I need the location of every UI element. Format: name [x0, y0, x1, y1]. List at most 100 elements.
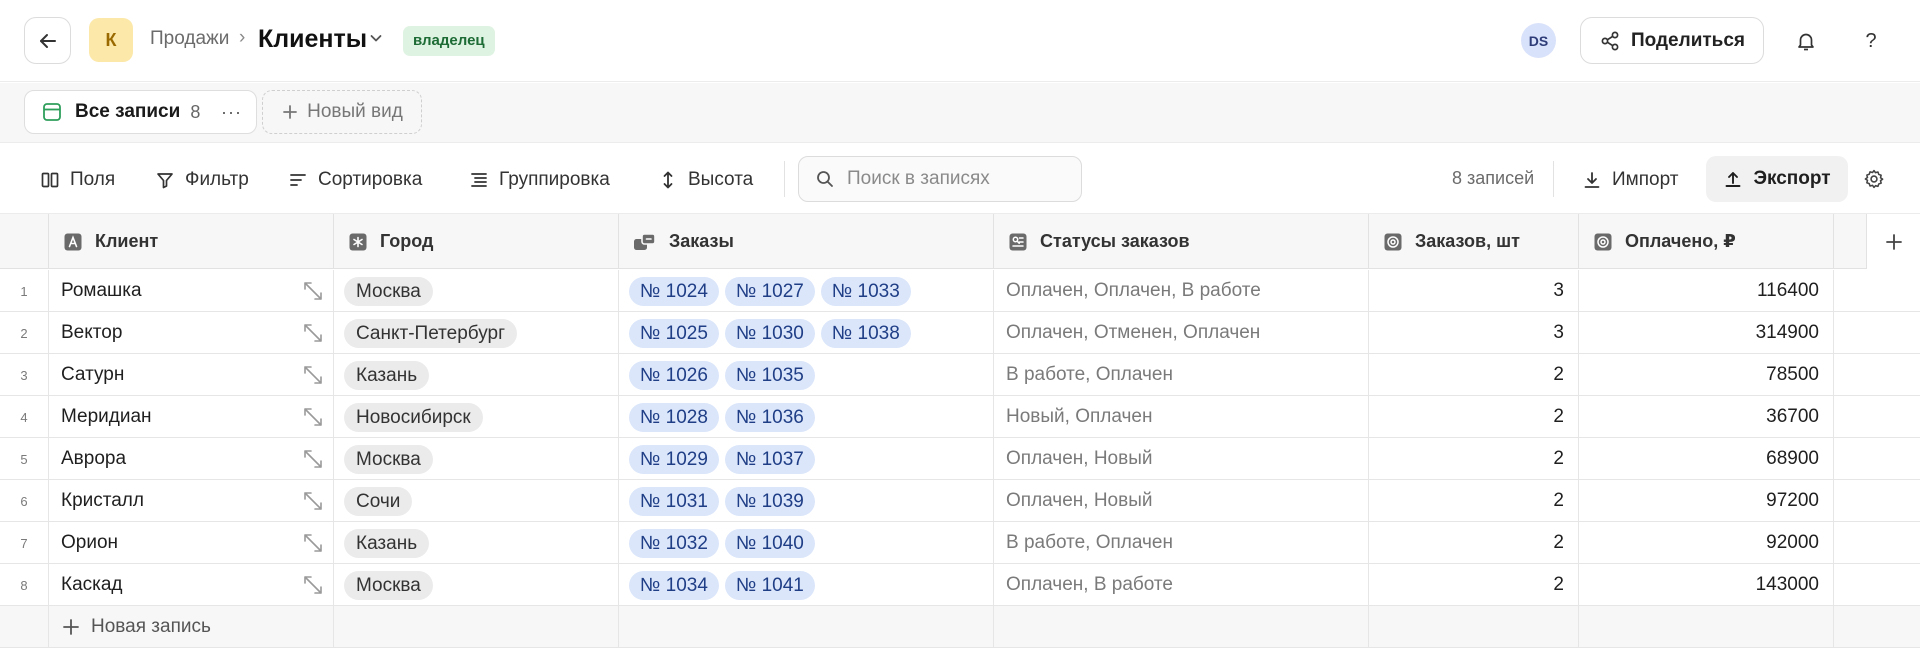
view-more-button[interactable]: ··· — [221, 102, 242, 123]
column-header-paid[interactable]: Оплачено, ₽ — [1579, 214, 1834, 269]
client-cell[interactable]: Ромашка — [49, 270, 334, 312]
order-link-chip[interactable]: № 1036 — [724, 402, 815, 432]
order-link-chip[interactable]: № 1040 — [724, 528, 815, 558]
workspace-badge[interactable]: К — [89, 18, 133, 62]
order-link-chip[interactable]: № 1039 — [724, 486, 815, 516]
chevron-down-icon[interactable] — [368, 30, 384, 51]
filter-icon — [157, 173, 173, 189]
orders-cell[interactable]: № 1026 № 1035 — [619, 354, 994, 396]
order-link-chip[interactable]: № 1035 — [724, 360, 815, 390]
breadcrumb-parent[interactable]: Продажи — [150, 28, 229, 50]
settings-button[interactable] — [1858, 163, 1890, 195]
rollup-icon — [1593, 232, 1613, 252]
table-row[interactable]: 2 Вектор Санкт-Петербург № 1025 № 1030 № 1… — [0, 312, 1920, 354]
group-button[interactable]: Группировка — [469, 164, 610, 196]
sort-button[interactable]: Сортировка — [288, 164, 422, 196]
table-row[interactable]: 1 Ромашка Москва № 1024 № 1027 № 1033 Опла… — [0, 270, 1920, 312]
client-cell[interactable]: Аврора — [49, 438, 334, 480]
expand-record-icon[interactable] — [301, 531, 325, 555]
search-box[interactable] — [798, 156, 1082, 202]
city-chip: Москва — [344, 444, 433, 474]
row-height-button[interactable]: Высота — [658, 164, 753, 196]
expand-record-icon[interactable] — [301, 321, 325, 345]
table-row[interactable]: 6 Кристалл Сочи № 1031 № 1039 Оплачен, Но… — [0, 480, 1920, 522]
order-link-chip[interactable]: № 1029 — [629, 444, 719, 474]
back-button[interactable] — [24, 17, 71, 64]
new-record-button[interactable]: Новая запись — [49, 606, 334, 648]
order-link-chip[interactable]: № 1028 — [629, 402, 719, 432]
orders-cell[interactable]: № 1032 № 1040 — [619, 522, 994, 564]
orders-cell[interactable]: № 1029 № 1037 — [619, 438, 994, 480]
row-number: 2 — [0, 312, 49, 354]
order-link-chip[interactable]: № 1032 — [629, 528, 719, 558]
client-cell[interactable]: Орион — [49, 522, 334, 564]
column-header-city[interactable]: Город — [334, 214, 619, 269]
column-header-orders-count[interactable]: Заказов, шт — [1369, 214, 1579, 269]
table-row[interactable]: 7 Орион Казань № 1032 № 1040 В работе, Оп… — [0, 522, 1920, 564]
order-link-chip[interactable]: № 1027 — [724, 276, 815, 306]
new-view-button[interactable]: Новый вид — [262, 90, 422, 134]
table-row[interactable]: 8 Каскад Москва № 1034 № 1041 Оплачен, В … — [0, 564, 1920, 606]
paid-amount-cell: 97200 — [1579, 480, 1834, 522]
client-cell[interactable]: Кристалл — [49, 480, 334, 522]
order-link-chip[interactable]: № 1026 — [629, 360, 719, 390]
orders-cell[interactable]: № 1025 № 1030 № 1038 — [619, 312, 994, 354]
avatar[interactable]: DS — [1521, 23, 1556, 58]
view-tab-all-records[interactable]: Все записи 8 ··· — [24, 90, 257, 134]
search-input[interactable] — [847, 168, 1067, 190]
order-link-chip[interactable]: № 1034 — [629, 570, 719, 600]
orders-cell[interactable]: № 1031 № 1039 — [619, 480, 994, 522]
expand-record-icon[interactable] — [301, 279, 325, 303]
city-cell[interactable]: Санкт-Петербург — [334, 312, 619, 354]
table-row[interactable]: 3 Сатурн Казань № 1026 № 1035 В работе, О… — [0, 354, 1920, 396]
city-cell[interactable]: Москва — [334, 438, 619, 480]
arrow-left-icon — [39, 33, 56, 48]
order-link-chip[interactable]: № 1031 — [629, 486, 719, 516]
client-cell[interactable]: Вектор — [49, 312, 334, 354]
table-row[interactable]: 4 Меридиан Новосибирск № 1028 № 1036 Новы… — [0, 396, 1920, 438]
help-button[interactable]: ? — [1851, 21, 1891, 61]
export-button[interactable]: Экспорт — [1706, 156, 1848, 202]
client-cell[interactable]: Сатурн — [49, 354, 334, 396]
view-tab-label: Все записи — [75, 101, 181, 122]
city-cell[interactable]: Москва — [334, 564, 619, 606]
filter-button[interactable]: Фильтр — [155, 164, 249, 196]
client-cell[interactable]: Каскад — [49, 564, 334, 606]
city-cell[interactable]: Казань — [334, 522, 619, 564]
export-label: Экспорт — [1753, 168, 1831, 189]
order-link-chip[interactable]: № 1024 — [629, 276, 719, 306]
expand-record-icon[interactable] — [301, 405, 325, 429]
column-header-client[interactable]: Клиент — [49, 214, 334, 269]
column-header-order-statuses[interactable]: Статусы заказов — [994, 214, 1369, 269]
orders-count-cell: 2 — [1369, 522, 1579, 564]
column-header-orders[interactable]: Заказы — [619, 214, 994, 269]
expand-record-icon[interactable] — [301, 573, 325, 597]
city-cell[interactable]: Сочи — [334, 480, 619, 522]
orders-cell[interactable]: № 1028 № 1036 — [619, 396, 994, 438]
orders-cell[interactable]: № 1024 № 1027 № 1033 — [619, 270, 994, 312]
client-cell[interactable]: Меридиан — [49, 396, 334, 438]
fields-button[interactable]: Поля — [40, 164, 115, 196]
order-link-chip[interactable]: № 1030 — [724, 318, 815, 348]
expand-record-icon[interactable] — [301, 447, 325, 471]
order-link-chip[interactable]: № 1041 — [724, 570, 815, 600]
city-cell[interactable]: Москва — [334, 270, 619, 312]
orders-cell[interactable]: № 1034 № 1041 — [619, 564, 994, 606]
order-link-chip[interactable]: № 1038 — [820, 318, 911, 348]
order-link-chip[interactable]: № 1037 — [724, 444, 815, 474]
expand-record-icon[interactable] — [301, 363, 325, 387]
order-link-chip[interactable]: № 1025 — [629, 318, 719, 348]
grid-view-icon — [41, 101, 63, 123]
city-cell[interactable]: Новосибирск — [334, 396, 619, 438]
order-link-chip[interactable]: № 1033 — [820, 276, 911, 306]
page-title[interactable]: Клиенты — [258, 25, 367, 54]
table-row[interactable]: 5 Аврора Москва № 1029 № 1037 Оплачен, Но… — [0, 438, 1920, 480]
city-cell[interactable]: Казань — [334, 354, 619, 396]
empty-cell — [1834, 396, 1920, 438]
paid-amount-cell: 78500 — [1579, 354, 1834, 396]
import-button[interactable]: Импорт — [1582, 164, 1678, 196]
notifications-button[interactable] — [1786, 21, 1826, 61]
add-column-button[interactable] — [1866, 214, 1920, 269]
expand-record-icon[interactable] — [301, 489, 325, 513]
share-button[interactable]: Поделиться — [1580, 17, 1764, 64]
